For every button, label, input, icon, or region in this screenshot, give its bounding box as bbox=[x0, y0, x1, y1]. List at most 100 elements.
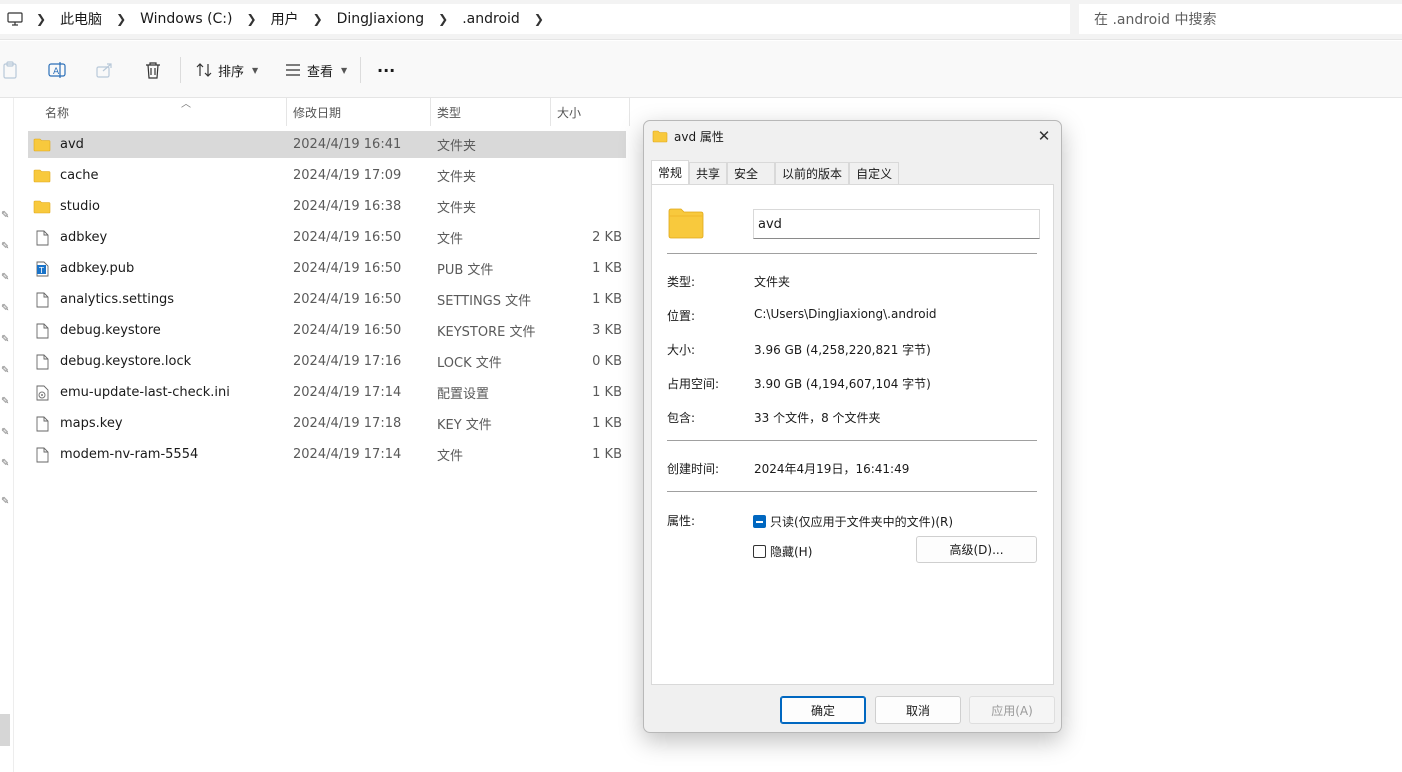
nav-scrollbar[interactable] bbox=[0, 714, 10, 746]
table-row[interactable]: avd 2024/4/19 16:41 文件夹 bbox=[28, 131, 626, 158]
table-row[interactable]: maps.key 2024/4/19 17:18 KEY 文件 1 KB bbox=[28, 410, 626, 437]
column-header-name-label: 名称 bbox=[45, 105, 70, 120]
navigation-pane: ✎ ✎ ✎ ✎ ✎ ✎ ✎ ✎ ✎ ✎ bbox=[0, 98, 14, 772]
table-row[interactable]: analytics.settings 2024/4/19 16:50 SETTING… bbox=[28, 286, 626, 313]
pin-icon[interactable]: ✎ bbox=[1, 210, 9, 221]
dialog-title: avd 属性 bbox=[674, 129, 724, 144]
command-bar: A 排序 ▼ 查看 ▼ ··· bbox=[0, 41, 1402, 98]
svg-text:T: T bbox=[38, 266, 44, 275]
toolbar-divider bbox=[180, 57, 181, 83]
column-header-size[interactable]: 大小 bbox=[551, 98, 630, 126]
table-row[interactable]: modem-nv-ram-5554 2024/4/19 17:14 文件 1 KB bbox=[28, 441, 626, 468]
sort-button[interactable]: 排序 ▼ bbox=[196, 55, 258, 85]
pin-icon[interactable]: ✎ bbox=[1, 496, 9, 507]
file-name: emu-update-last-check.ini bbox=[60, 385, 230, 400]
pin-icon[interactable]: ✎ bbox=[1, 396, 9, 407]
tab-customize[interactable]: 自定义 bbox=[849, 162, 900, 184]
more-options-button[interactable]: ··· bbox=[377, 55, 395, 85]
table-row[interactable]: emu-update-last-check.ini 2024/4/19 17:14… bbox=[28, 379, 626, 406]
advanced-button[interactable]: 高级(D)... bbox=[916, 536, 1037, 563]
view-button[interactable]: 查看 ▼ bbox=[285, 55, 347, 85]
tab-sharing[interactable]: 共享 bbox=[689, 162, 728, 184]
file-date: 2024/4/19 17:14 bbox=[293, 447, 402, 462]
paste-icon[interactable] bbox=[2, 55, 18, 85]
breadcrumb[interactable]: ❯ 此电脑 ❯ Windows (C:) ❯ 用户 ❯ DingJiaxiong… bbox=[0, 4, 1070, 34]
size-value: 3.96 GB (4,258,220,821 字节) bbox=[754, 343, 931, 357]
file-name: avd bbox=[60, 137, 84, 152]
chevron-right-icon[interactable]: ❯ bbox=[432, 12, 454, 26]
file-icon bbox=[30, 447, 54, 463]
disk-usage-label: 占用空间: bbox=[667, 377, 720, 391]
breadcrumb-this-pc[interactable]: 此电脑 bbox=[52, 9, 110, 29]
tab-security[interactable]: 安全 bbox=[727, 162, 776, 184]
table-row[interactable]: cache 2024/4/19 17:09 文件夹 bbox=[28, 162, 626, 189]
pin-icon[interactable]: ✎ bbox=[1, 458, 9, 469]
pin-icon[interactable]: ✎ bbox=[1, 241, 9, 252]
file-name: modem-nv-ram-5554 bbox=[60, 447, 199, 462]
address-bar: ❯ 此电脑 ❯ Windows (C:) ❯ 用户 ❯ DingJiaxiong… bbox=[0, 0, 1402, 40]
chevron-right-icon[interactable]: ❯ bbox=[110, 12, 132, 26]
file-date: 2024/4/19 16:38 bbox=[293, 199, 402, 214]
size-label: 大小: bbox=[667, 343, 696, 357]
file-size: 3 KB bbox=[592, 323, 622, 338]
hidden-checkbox[interactable] bbox=[753, 545, 766, 558]
table-row[interactable]: Tadbkey.pub 2024/4/19 16:50 PUB 文件 1 KB bbox=[28, 255, 626, 282]
file-date: 2024/4/19 17:16 bbox=[293, 354, 402, 369]
apply-button[interactable]: 应用(A) bbox=[969, 696, 1055, 724]
table-row[interactable]: studio 2024/4/19 16:38 文件夹 bbox=[28, 193, 626, 220]
table-row[interactable]: debug.keystore.lock 2024/4/19 17:16 LOCK 文… bbox=[28, 348, 626, 375]
pin-icon[interactable]: ✎ bbox=[1, 334, 9, 345]
column-header-date[interactable]: 修改日期 bbox=[287, 98, 431, 126]
tab-general[interactable]: 常规 bbox=[651, 160, 690, 184]
breadcrumb-user[interactable]: DingJiaxiong bbox=[329, 11, 433, 27]
folder-name-input[interactable]: avd bbox=[753, 209, 1040, 239]
file-name: studio bbox=[60, 199, 100, 214]
file-date: 2024/4/19 16:50 bbox=[293, 261, 402, 276]
sort-ascending-icon: ︿ bbox=[181, 99, 191, 110]
search-input[interactable]: 在 .android 中搜索 bbox=[1079, 4, 1402, 34]
file-type: 配置设置 bbox=[437, 387, 490, 402]
readonly-label: 只读(仅应用于文件夹中的文件)(R) bbox=[770, 515, 954, 529]
file-size: 1 KB bbox=[592, 416, 622, 431]
file-type: PUB 文件 bbox=[437, 263, 494, 278]
tab-previous-versions[interactable]: 以前的版本 bbox=[775, 162, 850, 184]
delete-icon[interactable] bbox=[145, 55, 161, 85]
file-size: 1 KB bbox=[592, 292, 622, 307]
toolbar-divider bbox=[360, 57, 361, 83]
chevron-right-icon[interactable]: ❯ bbox=[307, 12, 329, 26]
hidden-label: 隐藏(H) bbox=[770, 545, 813, 559]
chevron-right-icon[interactable]: ❯ bbox=[528, 12, 550, 26]
table-row[interactable]: debug.keystore 2024/4/19 16:50 KEYSTORE 文件… bbox=[28, 317, 626, 344]
file-size: 0 KB bbox=[592, 354, 622, 369]
breadcrumb-android[interactable]: .android bbox=[454, 11, 528, 27]
computer-icon[interactable] bbox=[0, 4, 30, 34]
share-icon[interactable] bbox=[96, 55, 114, 85]
pin-icon[interactable]: ✎ bbox=[1, 427, 9, 438]
breadcrumb-users[interactable]: 用户 bbox=[263, 9, 307, 29]
readonly-checkbox[interactable] bbox=[753, 515, 766, 528]
divider bbox=[667, 440, 1037, 441]
column-header-type[interactable]: 类型 bbox=[431, 98, 551, 126]
readonly-checkbox-row[interactable]: 只读(仅应用于文件夹中的文件)(R) bbox=[753, 513, 953, 530]
file-date: 2024/4/19 16:41 bbox=[293, 137, 402, 152]
ok-button[interactable]: 确定 bbox=[780, 696, 866, 724]
contains-label: 包含: bbox=[667, 411, 696, 425]
pin-icon[interactable]: ✎ bbox=[1, 365, 9, 376]
breadcrumb-drive-c[interactable]: Windows (C:) bbox=[132, 11, 240, 27]
cancel-button[interactable]: 取消 bbox=[875, 696, 961, 724]
folder-icon bbox=[30, 169, 54, 183]
dialog-title-bar[interactable]: avd 属性 bbox=[644, 121, 1061, 151]
chevron-right-icon[interactable]: ❯ bbox=[241, 12, 263, 26]
column-header-name[interactable]: 名称 ︿ bbox=[39, 98, 287, 126]
folder-large-icon bbox=[668, 208, 704, 239]
close-icon[interactable]: ✕ bbox=[1033, 125, 1055, 147]
chevron-right-icon[interactable]: ❯ bbox=[30, 12, 52, 26]
rename-icon[interactable]: A bbox=[48, 55, 66, 85]
hidden-checkbox-row[interactable]: 隐藏(H) bbox=[753, 543, 812, 560]
pin-icon[interactable]: ✎ bbox=[1, 303, 9, 314]
file-type: KEYSTORE 文件 bbox=[437, 325, 536, 340]
table-row[interactable]: adbkey 2024/4/19 16:50 文件 2 KB bbox=[28, 224, 626, 251]
pin-icon[interactable]: ✎ bbox=[1, 272, 9, 283]
type-value: 文件夹 bbox=[754, 275, 791, 289]
file-size: 1 KB bbox=[592, 385, 622, 400]
